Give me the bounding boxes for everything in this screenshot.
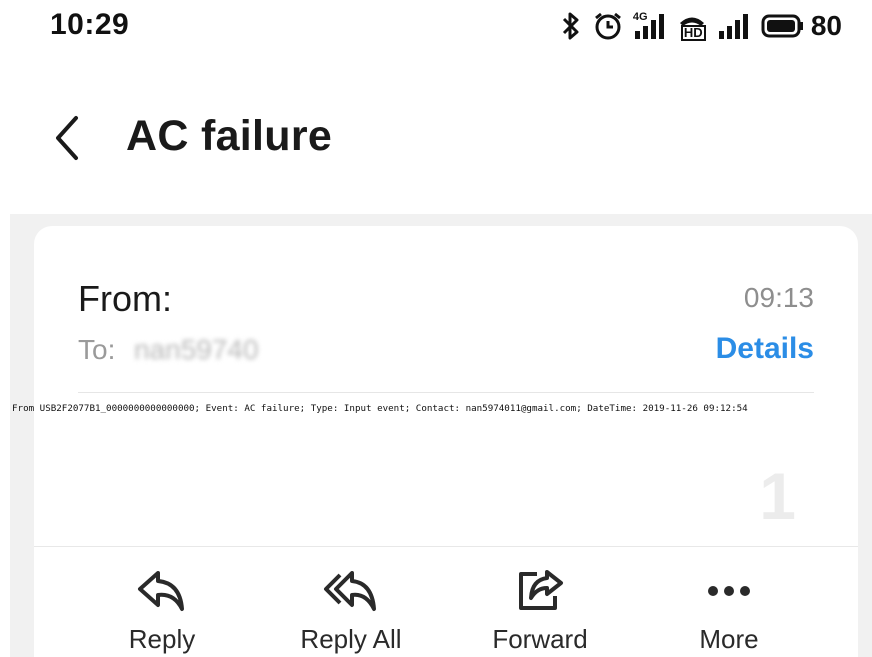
to-recipient: nan59740 [134,334,259,365]
signal-icon [717,11,751,41]
reply-all-button[interactable]: Reply All [271,568,431,657]
page-title: AC failure [126,112,333,160]
back-button[interactable] [48,114,88,162]
battery-icon [761,11,805,41]
forward-label: Forward [492,624,588,654]
email-body: From USB2F2077B1_0000000000000000; Event… [12,403,748,414]
details-link[interactable]: Details [716,332,814,366]
status-time: 10:29 [50,8,130,41]
reply-label: Reply [128,624,196,654]
email-time: 09:13 [743,282,814,313]
status-icons: 4G HD 80 [559,8,842,44]
signal-4g-icon: 4G [633,11,667,41]
to-label: To: [78,334,116,365]
reply-all-icon [271,568,431,614]
forward-icon [460,568,620,614]
bluetooth-icon [559,11,583,41]
forward-button[interactable]: Forward [460,568,620,657]
action-divider [34,546,858,547]
more-label: More [699,624,759,654]
header: AC failure [0,96,872,180]
battery-level: 80 [810,10,842,41]
page-number: 1 [759,459,796,533]
hd-label: HD [680,25,706,41]
more-icon [649,568,809,614]
hd-call-icon: HD [677,11,707,41]
header-divider [78,392,814,393]
status-bar: 10:29 4G HD 80 [0,0,872,56]
from-label: From: [78,278,172,319]
more-button[interactable]: More [649,568,809,657]
chevron-left-icon [56,116,78,160]
reply-icon [82,568,242,614]
alarm-icon [593,11,623,41]
reply-button[interactable]: Reply [82,568,242,657]
reply-all-label: Reply All [300,624,402,654]
